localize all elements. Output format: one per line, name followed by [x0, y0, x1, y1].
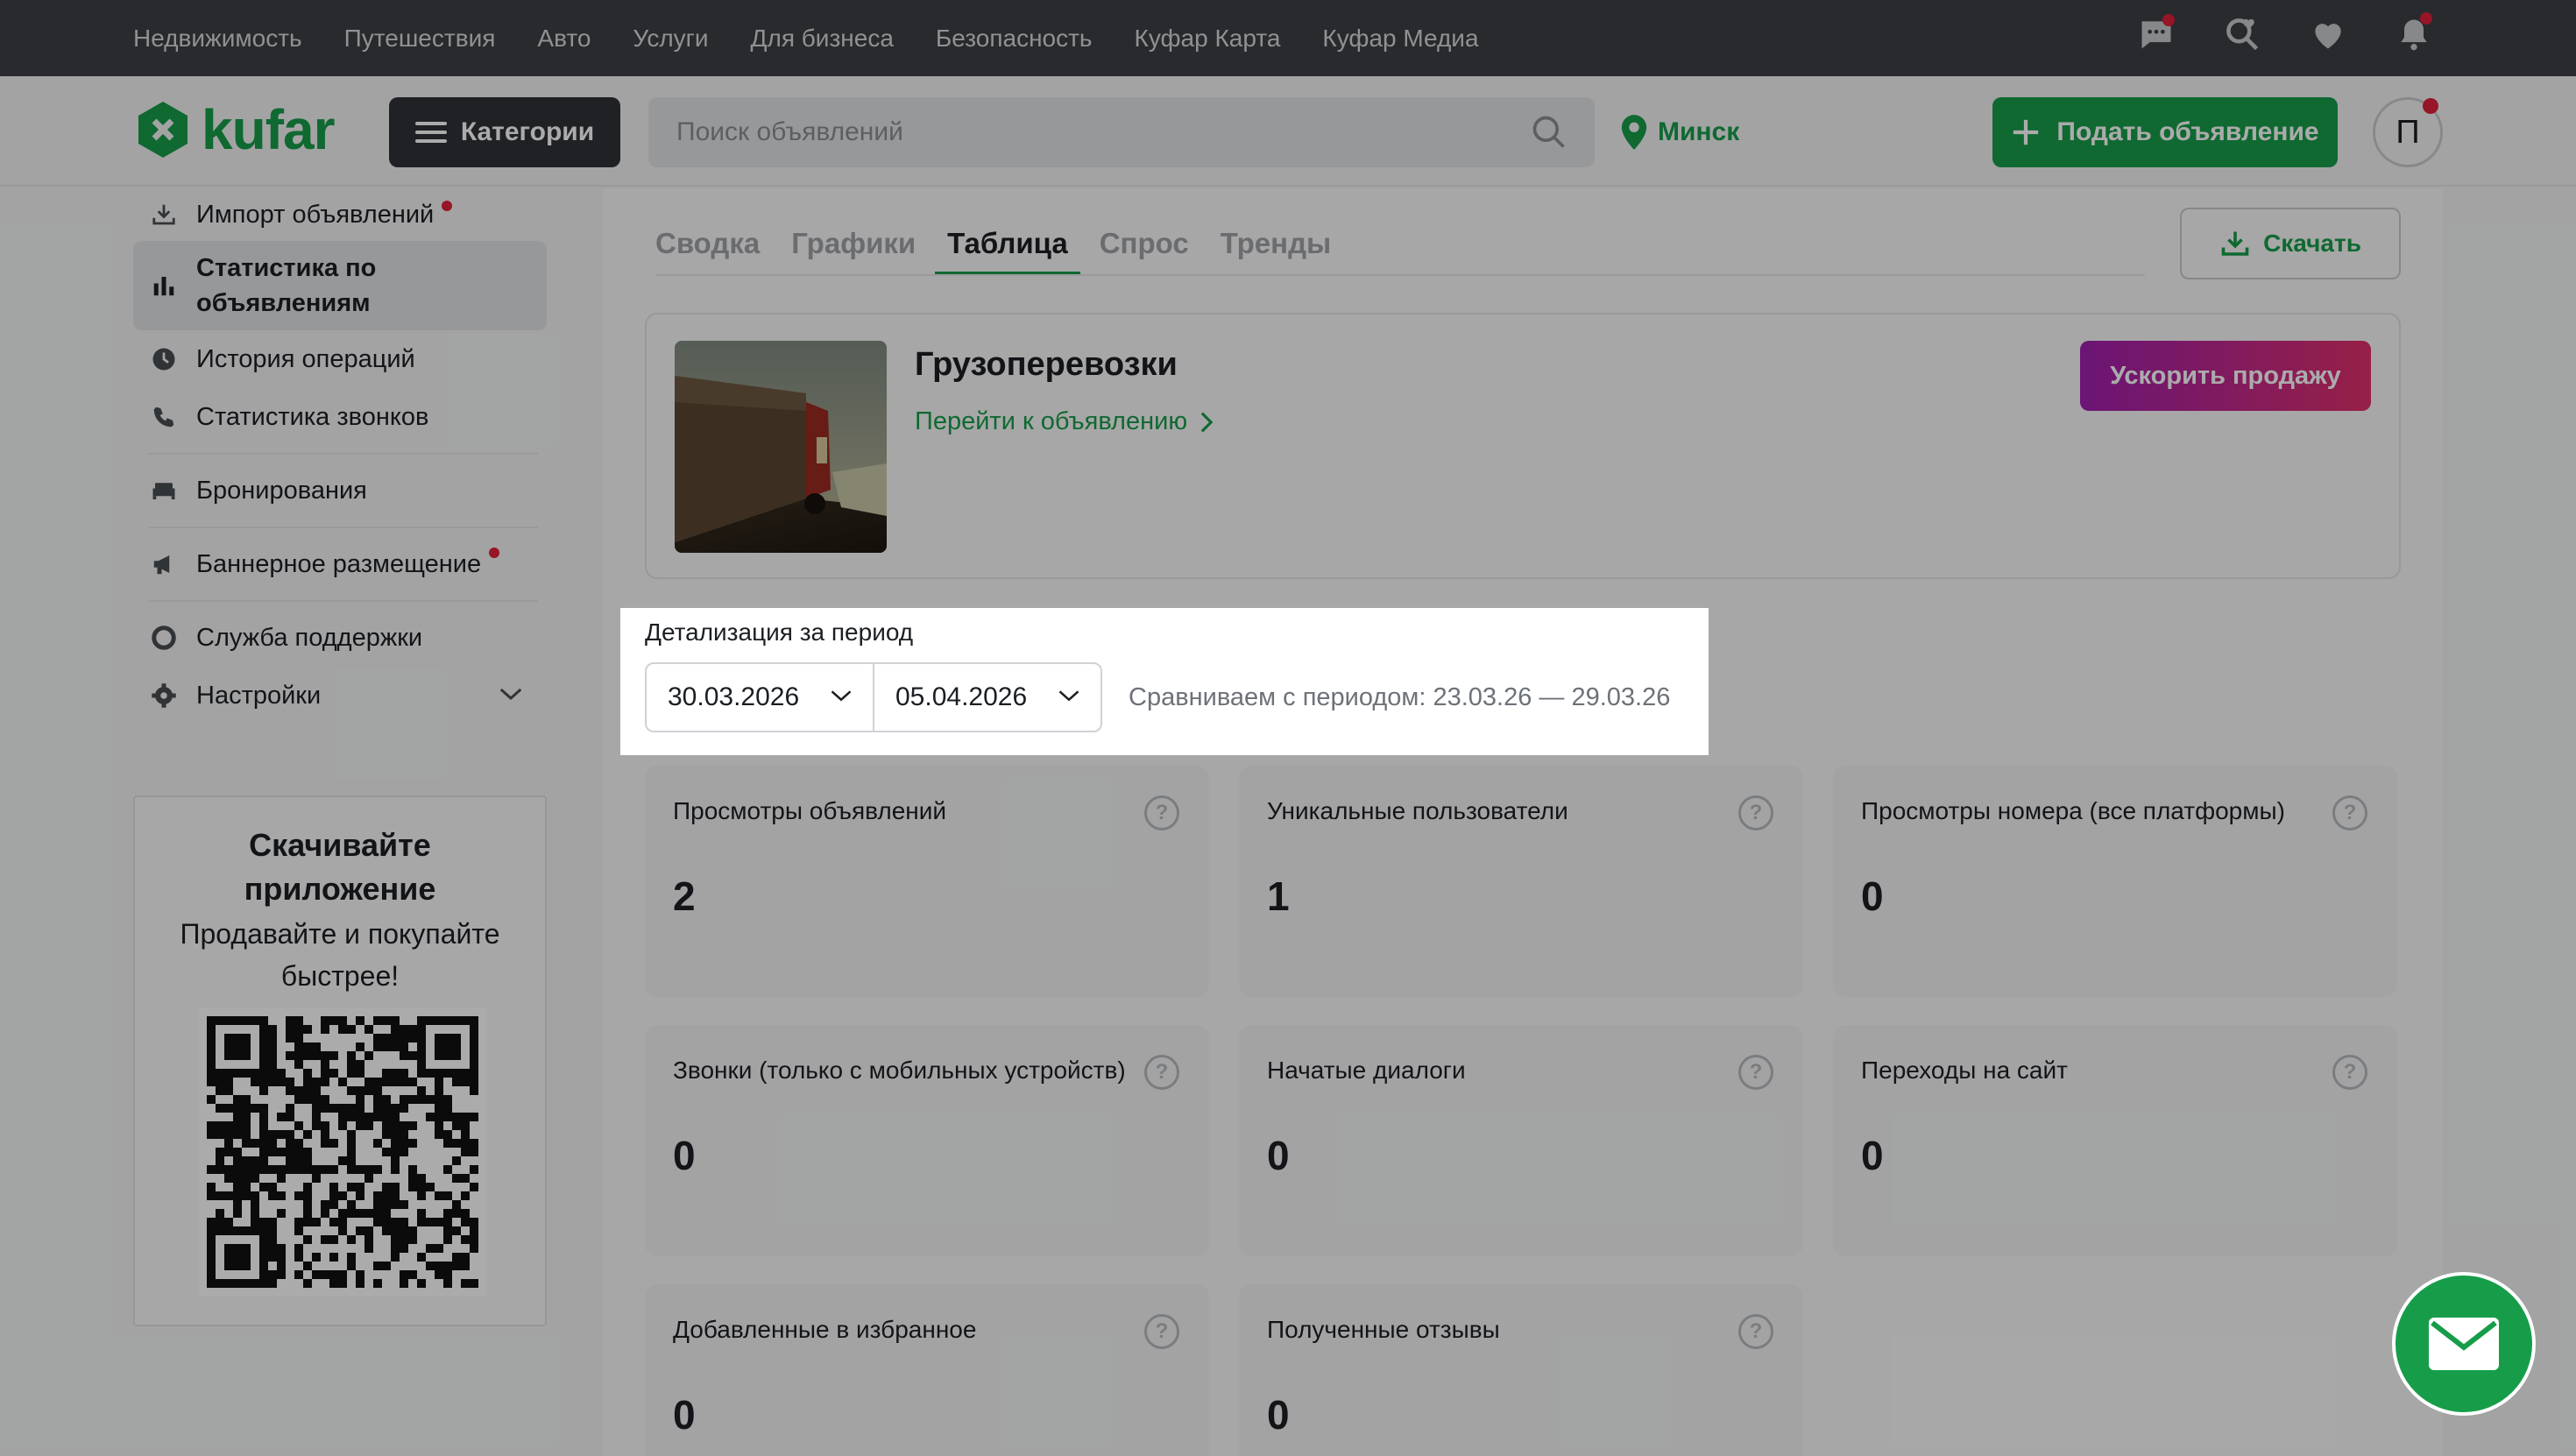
- feedback-button[interactable]: [2392, 1272, 2536, 1416]
- period-detail-panel: Детализация за период 30.03.2026 05.04.2…: [620, 608, 1709, 755]
- compare-period-text: Сравниваем с периодом: 23.03.26 — 29.03.…: [1129, 683, 1671, 711]
- date-from-value: 30.03.2026: [668, 682, 800, 711]
- date-to-select[interactable]: 05.04.2026: [873, 662, 1102, 732]
- date-from-select[interactable]: 30.03.2026: [645, 662, 874, 732]
- period-label: Детализация за период: [645, 618, 914, 646]
- chevron-down-icon: [831, 690, 852, 702]
- date-to-value: 05.04.2026: [895, 682, 1028, 711]
- mail-icon: [2429, 1318, 2499, 1370]
- chevron-down-icon: [1058, 690, 1079, 702]
